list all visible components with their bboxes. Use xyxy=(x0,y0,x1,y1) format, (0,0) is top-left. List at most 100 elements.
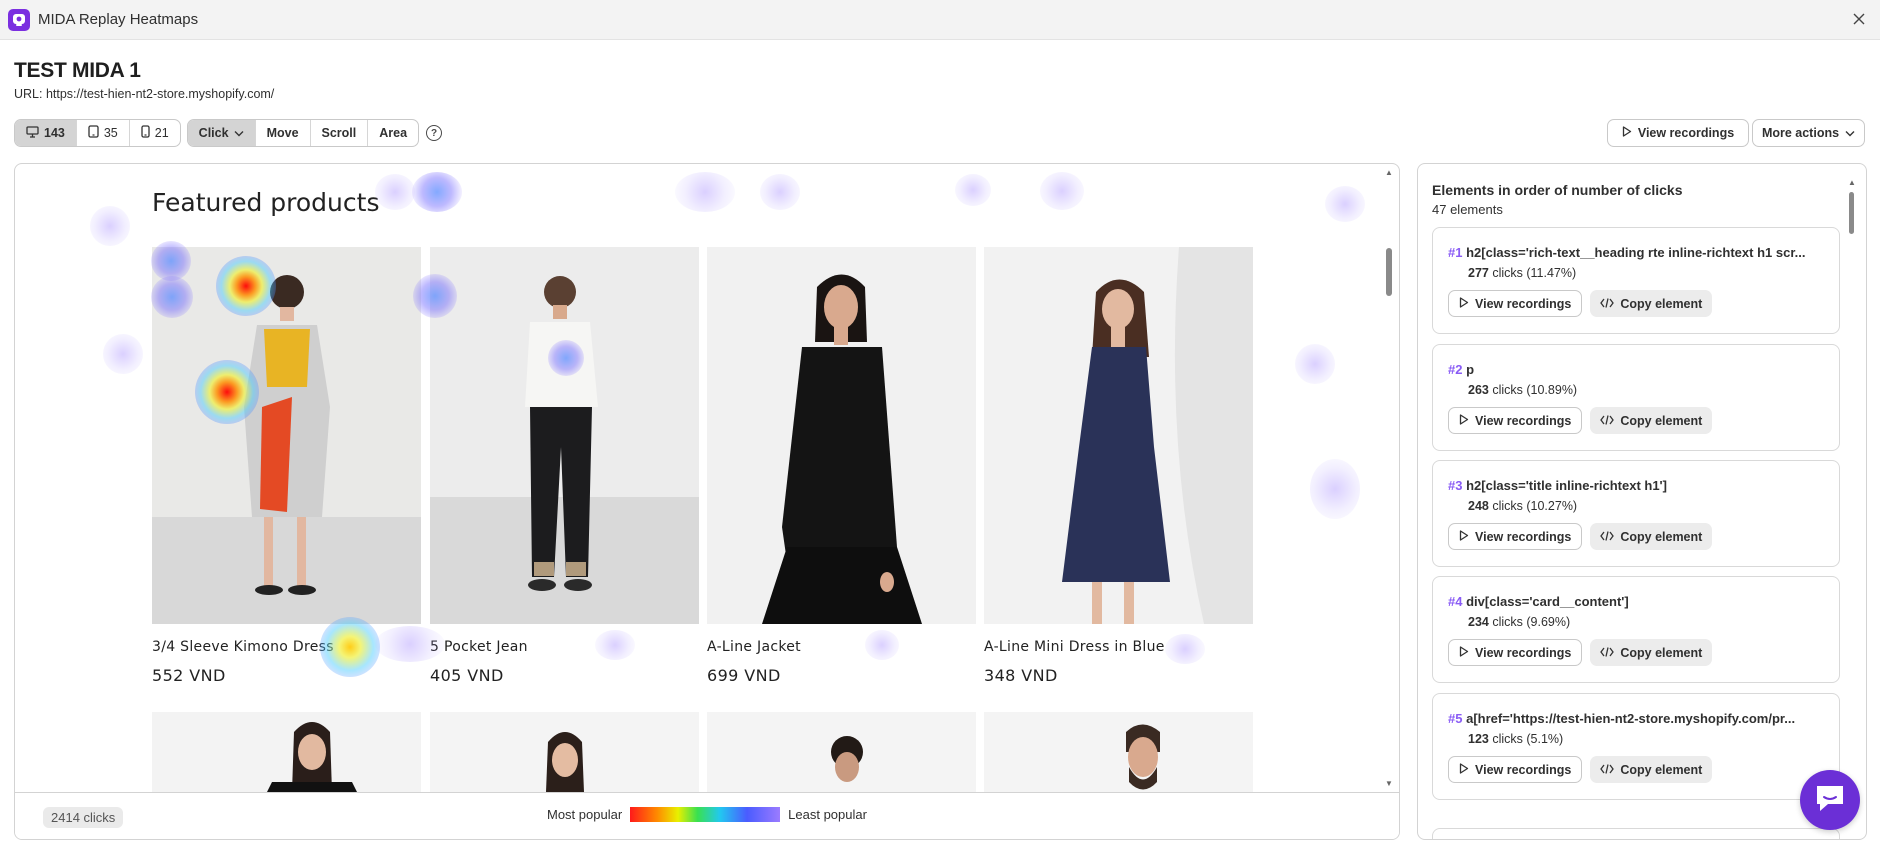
product-image[interactable] xyxy=(984,712,1253,792)
view-recordings-label: View recordings xyxy=(1475,762,1572,777)
panel-scroll-thumb[interactable] xyxy=(1849,192,1854,234)
product-name[interactable]: 5 Pocket Jean xyxy=(430,639,528,655)
product-image[interactable] xyxy=(984,247,1253,624)
heatmap-hotspot xyxy=(1310,459,1360,519)
chat-launcher-button[interactable] xyxy=(1800,770,1860,830)
mode-move-button[interactable]: Move xyxy=(256,120,311,146)
legend-gradient-bar xyxy=(630,807,781,822)
site-preview[interactable]: Featured products 3/4 Sleeve Kimono Dres… xyxy=(15,164,1399,792)
page-url: URL: https://test-hien-nt2-store.myshopi… xyxy=(14,87,275,101)
device-tablet-button[interactable]: 35 xyxy=(77,120,130,146)
scroll-down-icon[interactable]: ▼ xyxy=(1385,779,1393,788)
element-click-count: 277 xyxy=(1468,266,1489,280)
heatmap-hotspot xyxy=(675,172,735,212)
element-selector: div[class='card__content'] xyxy=(1466,594,1629,609)
view-recordings-button[interactable]: View recordings xyxy=(1607,119,1749,147)
mode-click-label: Click xyxy=(198,126,229,140)
element-rank: #3 xyxy=(1448,478,1463,493)
element-click-percent: clicks (5.1%) xyxy=(1492,732,1564,746)
element-click-percent: clicks (11.47%) xyxy=(1492,266,1577,280)
element-selector: p xyxy=(1466,362,1475,377)
copy-element-button[interactable]: Copy element xyxy=(1590,756,1713,783)
element-view-recordings-button[interactable]: View recordings xyxy=(1448,523,1583,550)
code-icon xyxy=(1600,414,1615,428)
more-actions-button[interactable]: More actions xyxy=(1752,119,1865,147)
legend-least-label: Least popular xyxy=(788,807,867,822)
view-recordings-label: View recordings xyxy=(1475,645,1572,660)
device-mobile-button[interactable]: 21 xyxy=(130,120,180,146)
element-view-recordings-button[interactable]: View recordings xyxy=(1448,756,1583,783)
element-rank: #4 xyxy=(1448,594,1463,609)
element-rank: #5 xyxy=(1448,711,1463,726)
product-image[interactable] xyxy=(707,712,976,792)
preview-scrollbar[interactable]: ▲ ▼ xyxy=(1385,168,1393,788)
heatmap-hotspot xyxy=(1295,344,1335,384)
device-desktop-count: 143 xyxy=(44,126,65,140)
view-recordings-label: View recordings xyxy=(1475,296,1572,311)
product-image[interactable] xyxy=(430,712,699,792)
element-item[interactable]: #3 h2[class='title inline-richtext h1'] … xyxy=(1432,460,1840,567)
element-item[interactable]: #1 h2[class='rich-text__heading rte inli… xyxy=(1432,227,1840,334)
code-icon xyxy=(1600,530,1615,544)
copy-element-label: Copy element xyxy=(1620,645,1703,660)
heatmap-hotspot xyxy=(955,174,991,206)
element-item[interactable] xyxy=(1432,828,1840,839)
product-card[interactable] xyxy=(152,712,421,792)
scroll-up-icon[interactable]: ▲ xyxy=(1385,168,1393,177)
scroll-up-icon[interactable]: ▲ xyxy=(1848,178,1856,187)
chevron-down-icon xyxy=(234,126,244,140)
heatmap-hotspot xyxy=(865,630,899,660)
element-click-count: 234 xyxy=(1468,615,1489,629)
copy-element-button[interactable]: Copy element xyxy=(1590,407,1713,434)
element-rank: #1 xyxy=(1448,245,1463,260)
element-view-recordings-button[interactable]: View recordings xyxy=(1448,290,1583,317)
device-desktop-button[interactable]: 143 xyxy=(15,120,77,146)
product-image[interactable] xyxy=(152,712,421,792)
copy-element-label: Copy element xyxy=(1620,413,1703,428)
product-card[interactable]: 5 Pocket Jean 405 VND xyxy=(430,247,699,685)
product-image[interactable] xyxy=(430,247,699,624)
play-icon xyxy=(1459,762,1469,777)
view-recordings-label: View recordings xyxy=(1475,529,1572,544)
help-icon[interactable]: ? xyxy=(426,125,443,141)
product-card[interactable]: A-Line Jacket 699 VND xyxy=(707,247,976,685)
product-card[interactable]: 3/4 Sleeve Kimono Dress 552 VND xyxy=(152,247,421,685)
play-icon xyxy=(1459,529,1469,544)
product-card[interactable] xyxy=(707,712,976,792)
copy-element-button[interactable]: Copy element xyxy=(1590,290,1713,317)
product-name[interactable]: 3/4 Sleeve Kimono Dress xyxy=(152,639,334,655)
preview-scroll-thumb[interactable] xyxy=(1386,248,1392,296)
copy-element-button[interactable]: Copy element xyxy=(1590,523,1713,550)
product-price: 405 VND xyxy=(430,666,504,685)
product-name[interactable]: A-Line Mini Dress in Blue xyxy=(984,639,1165,655)
mode-click-button[interactable]: Click xyxy=(187,120,256,146)
element-click-percent: clicks (10.27%) xyxy=(1492,499,1578,513)
featured-products-heading: Featured products xyxy=(152,188,380,217)
heatmap-hotspot xyxy=(375,174,415,210)
close-icon[interactable] xyxy=(1848,8,1870,30)
product-card[interactable] xyxy=(430,712,699,792)
copy-element-label: Copy element xyxy=(1620,296,1703,311)
mode-area-button[interactable]: Area xyxy=(368,120,418,146)
mode-scroll-button[interactable]: Scroll xyxy=(311,120,369,146)
element-item[interactable]: #4 div[class='card__content'] 234 clicks… xyxy=(1432,576,1840,683)
copy-element-label: Copy element xyxy=(1620,762,1703,777)
elements-panel: Elements in order of number of clicks 47… xyxy=(1417,163,1867,840)
copy-element-label: Copy element xyxy=(1620,529,1703,544)
element-item[interactable]: #5 a[href='https://test-hien-nt2-store.m… xyxy=(1432,693,1840,800)
chevron-down-icon xyxy=(1845,126,1855,140)
panel-scrollbar[interactable]: ▲ xyxy=(1848,178,1856,832)
product-image[interactable] xyxy=(707,247,976,624)
heatmap-hotspot xyxy=(103,334,143,374)
element-view-recordings-button[interactable]: View recordings xyxy=(1448,407,1583,434)
element-item[interactable]: #2 p 263 clicks (10.89%) View recordings… xyxy=(1432,344,1840,451)
element-click-count: 248 xyxy=(1468,499,1489,513)
element-view-recordings-button[interactable]: View recordings xyxy=(1448,639,1583,666)
product-name[interactable]: A-Line Jacket xyxy=(707,639,801,655)
heatmap-toolbar: 143 35 21 Click Move Scroll Area ? xyxy=(14,119,443,147)
product-card[interactable]: A-Line Mini Dress in Blue 348 VND xyxy=(984,247,1253,685)
product-card[interactable] xyxy=(984,712,1253,792)
element-click-percent: clicks (10.89%) xyxy=(1492,383,1578,397)
copy-element-button[interactable]: Copy element xyxy=(1590,639,1713,666)
product-image[interactable] xyxy=(152,247,421,624)
